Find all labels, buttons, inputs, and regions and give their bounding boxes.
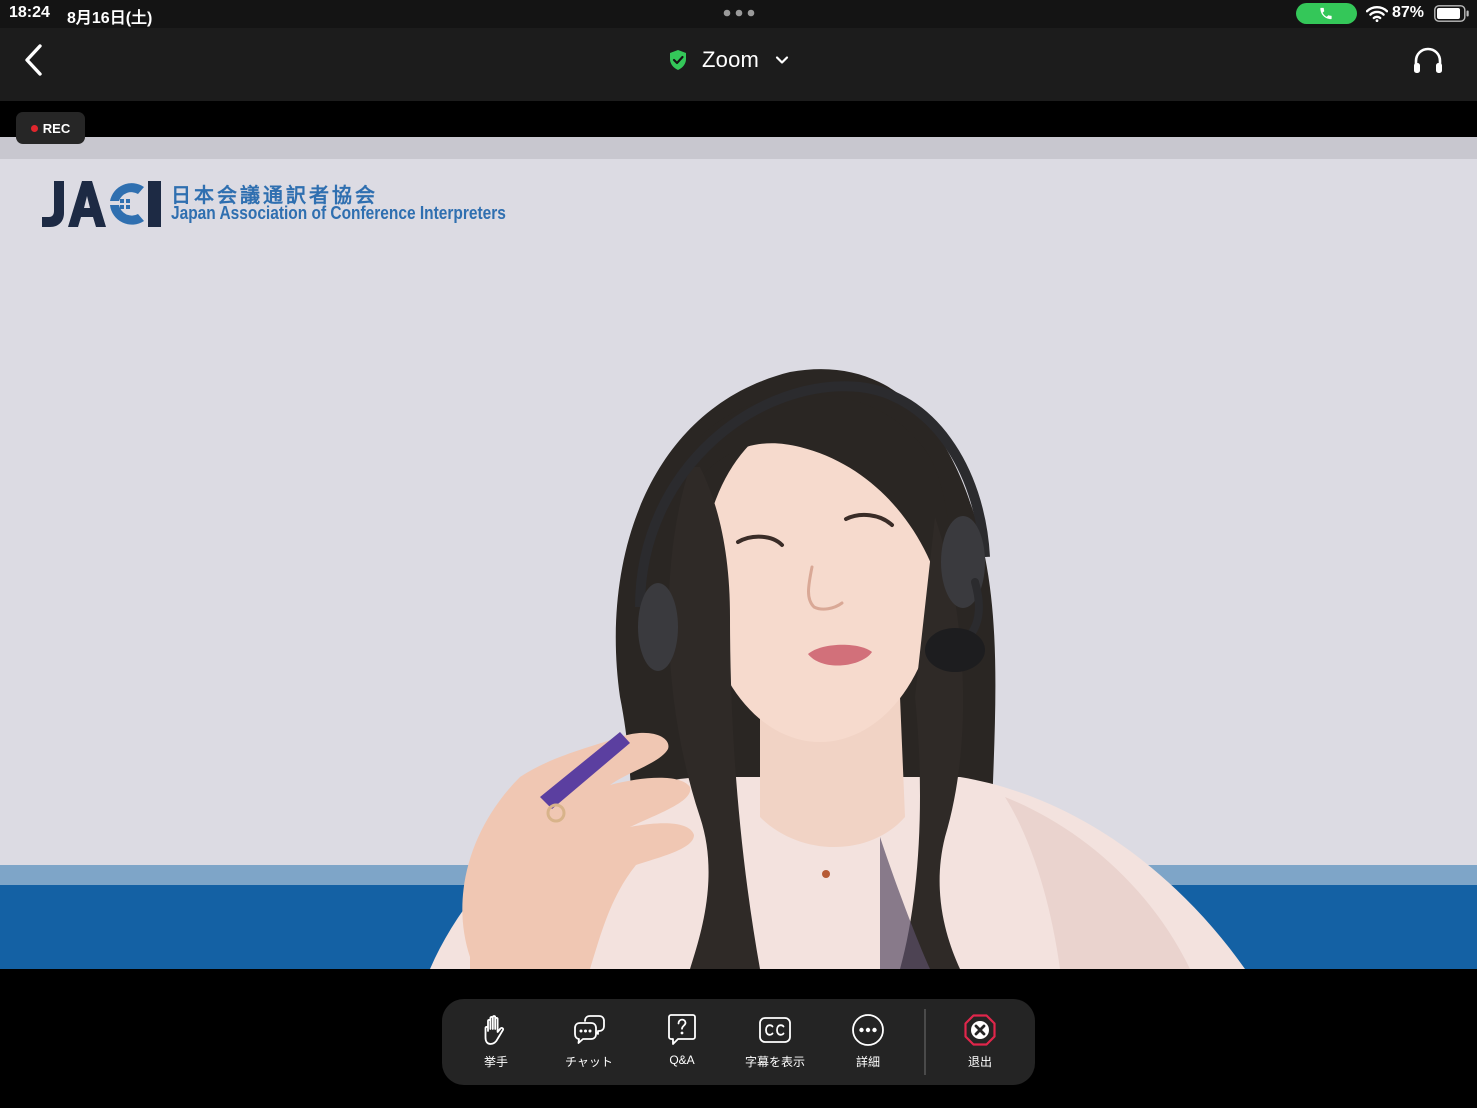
captions-label: 字幕を表示 xyxy=(744,1055,805,1069)
chat-bubble-icon xyxy=(574,1015,605,1044)
battery-icon xyxy=(1434,5,1469,22)
more-dots-icon xyxy=(852,1014,884,1046)
qa-button[interactable]: Q&A xyxy=(637,999,727,1085)
back-chevron-icon[interactable] xyxy=(18,40,52,80)
active-call-indicator[interactable] xyxy=(1296,3,1357,24)
multitask-dots-icon[interactable] xyxy=(722,9,756,17)
cc-icon xyxy=(759,1017,791,1043)
status-time: 18:24 xyxy=(9,4,50,21)
speaker-video[interactable]: 日本会議通訳者協会 Japan Association of Conferenc… xyxy=(0,137,1477,969)
battery-percent: 87% xyxy=(1392,4,1425,21)
toolbar-divider xyxy=(924,1009,926,1075)
captions-button[interactable]: 字幕を表示 xyxy=(730,999,820,1085)
meeting-title-dropdown[interactable]: Zoom xyxy=(668,42,789,78)
meeting-toolbar: 挙手 チャット Q&A 字幕を表示 詳細 退出 xyxy=(442,999,1035,1085)
phone-icon xyxy=(1320,7,1332,20)
status-bar: 18:24 8月16日(土) 87% xyxy=(0,0,1477,28)
headphones-icon[interactable] xyxy=(1410,43,1446,79)
recording-dot-icon xyxy=(30,124,38,132)
more-label: 詳細 xyxy=(855,1055,880,1069)
raise-hand-button[interactable]: 挙手 xyxy=(451,999,541,1085)
chat-label: チャット xyxy=(565,1055,613,1069)
hand-icon xyxy=(484,1015,505,1045)
leave-button[interactable]: 退出 xyxy=(935,999,1025,1085)
wifi-icon xyxy=(1366,6,1388,22)
speaker-person xyxy=(430,369,1245,969)
meeting-title: Zoom xyxy=(702,47,760,72)
shield-check-icon xyxy=(670,50,686,70)
raise-hand-label: 挙手 xyxy=(483,1055,508,1069)
leave-x-icon xyxy=(964,1014,996,1046)
meeting-nav-bar: Zoom xyxy=(0,28,1477,101)
recording-label: REC xyxy=(42,120,71,136)
leave-label: 退出 xyxy=(967,1055,992,1069)
chat-button[interactable]: チャット xyxy=(544,999,634,1085)
recording-badge: REC xyxy=(16,112,85,144)
more-button[interactable]: 詳細 xyxy=(823,999,913,1085)
status-date: 8月16日(土) xyxy=(67,10,153,27)
qa-label: Q&A xyxy=(669,1053,695,1067)
chevron-down-icon xyxy=(775,56,789,64)
question-box-icon xyxy=(668,1014,696,1045)
